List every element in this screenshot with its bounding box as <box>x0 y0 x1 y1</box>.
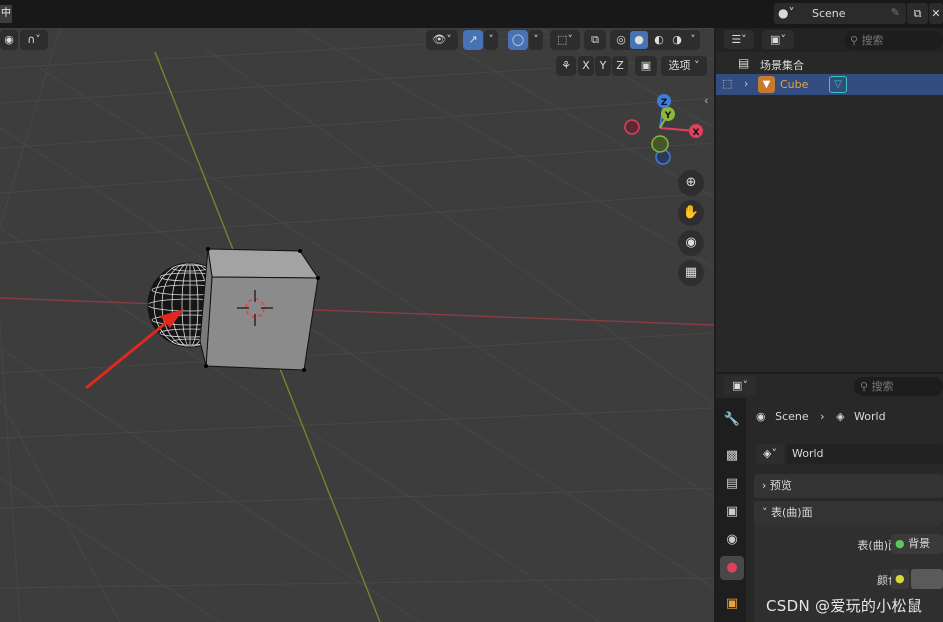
render-tab-icon[interactable]: ▩ <box>720 444 744 468</box>
surface-shader-field[interactable]: ● 背景 <box>891 534 943 554</box>
solid-shading-icon[interactable]: ● <box>630 31 648 49</box>
cube-object[interactable] <box>199 247 320 372</box>
scene-icon: ●˅ <box>778 6 795 20</box>
3d-viewport[interactable]: ◉ ∩˅ 👁˅ ↗ ˅ ◯ ˅ ⬚˅ ⧉ ◎ ● ◐ ◑ ˅ ⚘ X Y Z ▣… <box>0 28 714 622</box>
scene-selector[interactable]: ●˅ Scene ✎ <box>774 3 906 24</box>
color-socket-icon[interactable]: ● <box>891 569 909 589</box>
properties-search-input[interactable]: ⚲ 搜索 <box>854 377 943 396</box>
rendered-shading-icon[interactable]: ◑ <box>668 30 686 50</box>
perspective-grid-icon[interactable]: ▦ <box>678 260 704 286</box>
properties-panel: ▣˅ ⚲ 搜索 🔧 ▩ ▤ ▣ ◉ ● ▣ ◉ Scene › ◈ World … <box>716 374 943 622</box>
breadcrumb-separator-icon: › <box>820 410 825 423</box>
watermark: CSDN @爱玩的小松鼠 <box>766 597 923 615</box>
world-tab-icon[interactable]: ● <box>720 556 744 580</box>
snap-icon[interactable]: ⬚˅ <box>550 30 580 50</box>
negative-x-handle[interactable] <box>624 119 640 135</box>
outliner-header: ☰˅ ▣˅ ⚲ 搜索 <box>716 28 943 52</box>
top-bar: 中 ●˅ Scene ✎ ⧉ ✕ <box>0 0 943 28</box>
breadcrumb-world: World <box>854 410 886 423</box>
mirror-y-button[interactable]: Y <box>595 56 611 76</box>
options-label: 选项 <box>668 59 691 72</box>
shading-dropdown-icon[interactable]: ˅ <box>686 30 700 50</box>
world-datablock-field[interactable]: World <box>786 444 943 464</box>
color-swatch[interactable] <box>911 569 943 589</box>
negative-y-handle[interactable] <box>651 135 669 153</box>
floor-grid <box>0 28 714 622</box>
surface-panel-label: 表(曲)面 <box>771 506 813 519</box>
gizmo-z-label: Z <box>661 98 668 108</box>
properties-tabs: 🔧 ▩ ▤ ▣ ◉ ● ▣ <box>716 398 746 622</box>
overlay-dropdown-icon[interactable]: ˅ <box>529 30 543 50</box>
preview-panel-label: 预览 <box>769 479 792 492</box>
zoom-icon[interactable]: ⊕ <box>678 170 704 196</box>
scene-breadcrumb-icon: ◉ <box>756 410 766 423</box>
preview-panel-header[interactable]: › 预览 <box>754 474 943 498</box>
object-select-icon[interactable]: ⬚ <box>722 77 732 90</box>
pan-hand-icon[interactable]: ✋ <box>678 200 704 226</box>
world-browse-icon[interactable]: ◈˅ <box>756 444 784 464</box>
xray-icon[interactable]: ⧉ <box>584 30 606 50</box>
material-shading-icon[interactable]: ◐ <box>650 30 668 50</box>
gizmo-dropdown-icon[interactable]: ˅ <box>484 30 498 50</box>
overlay-toggle-icon[interactable]: ◯ <box>508 30 528 50</box>
outliner-search-input[interactable]: ⚲ 搜索 <box>844 31 943 50</box>
properties-editor-type-icon[interactable]: ▣˅ <box>724 376 756 395</box>
object-tab-icon[interactable]: ▣ <box>720 592 744 616</box>
visibility-icon[interactable]: 👁˅ <box>426 30 458 50</box>
breadcrumb-scene: Scene <box>775 410 809 423</box>
proportional-edit-icon[interactable]: ∩˅ <box>20 30 48 50</box>
shading-modes: ◎ ● ◐ ◑ ˅ <box>610 30 700 50</box>
viewport-scene <box>0 28 714 622</box>
mesh-object-icon: ▼ <box>758 76 775 93</box>
cube-name[interactable]: Cube <box>780 78 808 91</box>
expand-chevron-icon[interactable]: › <box>744 77 748 90</box>
workspace-tab[interactable]: 中 <box>0 5 12 23</box>
options-dropdown[interactable]: 选项 ˅ <box>661 56 707 76</box>
shader-socket-icon: ● <box>895 537 905 550</box>
output-tab-icon[interactable]: ▤ <box>720 472 744 496</box>
camera-view-icon[interactable]: ◉ <box>678 230 704 256</box>
outliner-search-placeholder: 搜索 <box>861 34 884 47</box>
editor-type-icon[interactable]: ☰˅ <box>724 30 754 49</box>
delete-scene-icon[interactable]: ✕ <box>929 3 943 24</box>
breadcrumb: ◉ Scene › ◈ World <box>756 410 886 423</box>
display-mode-icon[interactable]: ▣˅ <box>762 30 794 49</box>
sidebar-toggle-icon[interactable]: ‹ <box>704 94 708 107</box>
scene-collection-row[interactable]: ▤ 场景集合 <box>716 53 943 74</box>
wireframe-shading-icon[interactable]: ◎ <box>612 30 630 50</box>
gizmo-y-label: Y <box>664 111 672 121</box>
scene-collection-label: 场景集合 <box>760 59 804 72</box>
mirror-x-button[interactable]: X <box>578 56 594 76</box>
view-layer-tab-icon[interactable]: ▣ <box>720 500 744 524</box>
annotation-arrow <box>85 309 184 390</box>
pin-icon[interactable]: ✎ <box>891 6 900 19</box>
mirror-z-button[interactable]: Z <box>612 56 628 76</box>
navigation-gizmo[interactable]: Y Z X <box>615 88 714 178</box>
mesh-data-icon[interactable]: ▽ <box>829 76 847 93</box>
cube-row[interactable]: ⬚ › ▼ Cube ▽ <box>716 74 943 95</box>
outliner-panel: ☰˅ ▣˅ ⚲ 搜索 ▤ 场景集合 ⬚ › ▼ Cube ▽ <box>716 28 943 372</box>
surface-shader-value: 背景 <box>908 537 931 550</box>
object-mode-icon[interactable]: ◉ <box>0 30 18 50</box>
scene-tab-icon[interactable]: ◉ <box>720 528 744 552</box>
mirror-icon[interactable]: ⚘ <box>556 56 576 76</box>
gizmo-toggle-icon[interactable]: ↗ <box>463 30 483 50</box>
properties-search-placeholder: 搜索 <box>871 380 894 393</box>
collection-box-icon: ▤ <box>738 56 750 70</box>
scene-name[interactable]: Scene <box>812 7 846 20</box>
surface-panel-header[interactable]: ˅ 表(曲)面 <box>754 501 943 525</box>
new-scene-icon[interactable]: ⧉ <box>907 3 928 24</box>
x-axis-line <box>0 297 714 326</box>
pivot-icon[interactable]: ▣ <box>635 56 657 76</box>
tool-tab-icon[interactable]: 🔧 <box>720 408 744 432</box>
gizmo-x-label: X <box>693 128 700 138</box>
blender-window: 中 ●˅ Scene ✎ ⧉ ✕ ◉ ∩˅ 👁˅ ↗ ˅ ◯ ˅ ⬚˅ ⧉ ◎ … <box>0 0 943 622</box>
world-breadcrumb-icon: ◈ <box>836 410 845 423</box>
